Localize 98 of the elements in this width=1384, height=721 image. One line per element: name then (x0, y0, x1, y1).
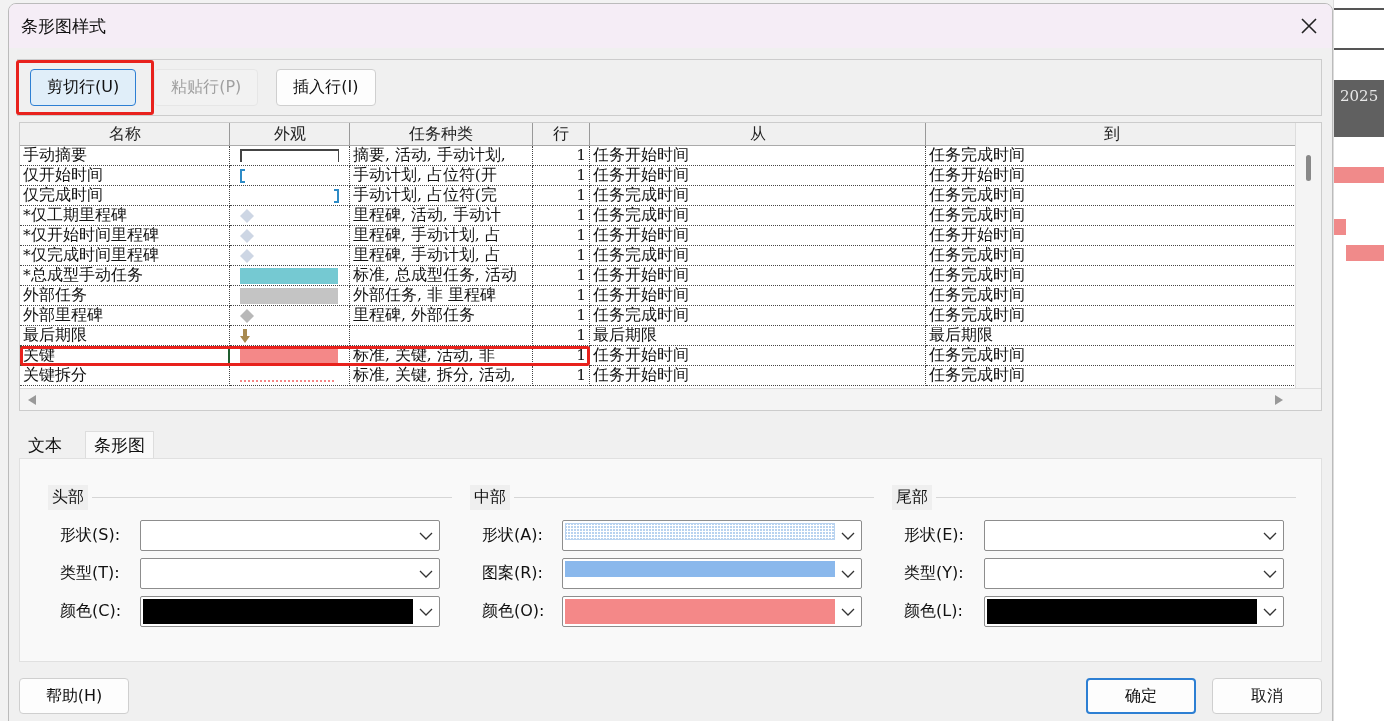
column-header[interactable]: 外观 (230, 123, 350, 145)
table-cell: 任务开始时间 (590, 166, 926, 186)
chevron-down-icon (419, 568, 433, 579)
table-cell: 外部任务, 非 里程碑 (350, 286, 533, 306)
gantt-bar (1334, 219, 1346, 235)
close-icon[interactable] (1300, 17, 1318, 35)
toolbar-button[interactable]: 插入行(I) (276, 69, 376, 106)
scroll-thumb[interactable] (1306, 155, 1311, 181)
tab[interactable]: 文本 (19, 431, 71, 458)
table-cell: 1 (533, 346, 590, 366)
table-cell: 任务开始时间 (590, 286, 926, 306)
field-label: 图案(R): (482, 563, 544, 584)
group-title: 头部 (48, 485, 88, 510)
table-cell: 里程碑, 外部任务 (350, 306, 533, 326)
table-cell[interactable]: 关键拆分 (20, 366, 230, 386)
gantt-bar (1346, 245, 1384, 261)
scroll-right-icon[interactable] (1274, 394, 1283, 405)
dialog-button[interactable]: 帮助(H) (19, 678, 129, 714)
table-cell: 里程碑, 手动计划, 占 (350, 226, 533, 246)
table-cell: 任务完成时间 (590, 246, 926, 266)
table-cell[interactable]: 仅完成时间 (20, 186, 230, 206)
table-cell: 1 (533, 246, 590, 266)
table-cell: 里程碑, 活动, 手动计 (350, 206, 533, 226)
table-cell: 1 (533, 206, 590, 226)
table-cell: 最后期限 (590, 326, 926, 346)
table-cell: 手动计划, 占位符(开 (350, 166, 533, 186)
dropdown-field[interactable] (984, 596, 1284, 627)
field-label: 类型(T): (60, 563, 121, 584)
field-label: 颜色(C): (60, 601, 123, 622)
table-cell: 1 (533, 266, 590, 286)
dropdown-field[interactable] (562, 520, 862, 551)
field-label: 形状(S): (60, 525, 122, 546)
column-header[interactable]: 行 (533, 123, 590, 145)
dialog-button[interactable]: 确定 (1086, 678, 1196, 714)
group-title: 中部 (470, 485, 510, 510)
vertical-scrollbar[interactable] (1295, 123, 1321, 388)
chevron-down-icon (1263, 530, 1277, 541)
chevron-down-icon (841, 530, 855, 541)
dialog-button[interactable]: 取消 (1212, 678, 1322, 714)
dropdown-field[interactable] (984, 558, 1284, 589)
table-cell: 任务完成时间 (590, 206, 926, 226)
dropdown-field[interactable] (140, 558, 440, 589)
table-cell: 任务完成时间 (590, 186, 926, 206)
table-cell: 里程碑, 手动计划, 占 (350, 246, 533, 266)
toolbar-button[interactable]: 剪切行(U) (30, 69, 137, 106)
field-label: 颜色(O): (482, 601, 546, 622)
field-label: 类型(Y): (904, 563, 965, 584)
table-cell: 1 (533, 306, 590, 326)
field-label: 颜色(L): (904, 601, 964, 622)
table-cell: 1 (533, 146, 590, 166)
table-cell: 1 (533, 326, 590, 346)
table-cell[interactable]: *仅开始时间里程碑 (20, 226, 230, 246)
chevron-down-icon (841, 568, 855, 579)
chevron-down-icon (419, 530, 433, 541)
tab[interactable]: 条形图 (85, 431, 154, 458)
horizontal-scrollbar[interactable] (20, 388, 1321, 410)
table-cell[interactable]: *仅完成时间里程碑 (20, 246, 230, 266)
group-title: 尾部 (892, 485, 932, 510)
table-cell: 手动计划, 占位符(完 (350, 186, 533, 206)
column-header[interactable]: 从 (590, 123, 926, 145)
table-cell[interactable]: *仅工期里程碑 (20, 206, 230, 226)
table-cell: 任务开始时间 (590, 226, 926, 246)
table-cell: 1 (533, 286, 590, 306)
table-cell: 任务开始时间 (590, 346, 926, 366)
chevron-down-icon (1263, 568, 1277, 579)
chevron-down-icon (1263, 606, 1277, 617)
table-cell: 摘要, 活动, 手动计划, (350, 146, 533, 166)
field-label: 形状(A): (482, 525, 544, 546)
table-cell: 1 (533, 366, 590, 386)
table-cell: 1 (533, 186, 590, 206)
table-cell: 1 (533, 226, 590, 246)
dropdown-field[interactable] (562, 596, 862, 627)
table-cell[interactable]: *总成型手动任务 (20, 266, 230, 286)
table-cell: 任务完成时间 (590, 306, 926, 326)
table-cell[interactable]: 手动摘要 (20, 146, 230, 166)
table-cell[interactable]: 外部任务 (20, 286, 230, 306)
table-cell: 任务开始时间 (590, 146, 926, 166)
table-cell: 标准, 关键, 拆分, 活动, (350, 366, 533, 386)
gantt-bar (1334, 167, 1384, 183)
timeline-year: 2025 (1340, 87, 1379, 105)
field-label: 形状(E): (904, 525, 965, 546)
table-cell: 1 (533, 166, 590, 186)
table-cell: 标准, 总成型任务, 活动 (350, 266, 533, 286)
dropdown-field[interactable] (984, 520, 1284, 551)
table-cell[interactable]: 最后期限 (20, 326, 230, 346)
table-cell[interactable]: 仅开始时间 (20, 166, 230, 186)
chevron-down-icon (841, 606, 855, 617)
chevron-down-icon (419, 606, 433, 617)
dropdown-field[interactable] (562, 558, 862, 589)
scroll-left-icon[interactable] (28, 394, 37, 405)
window-title: 条形图样式 (21, 14, 106, 38)
table-cell[interactable]: 外部里程碑 (20, 306, 230, 326)
dropdown-field[interactable] (140, 520, 440, 551)
column-header[interactable]: 任务种类 (350, 123, 533, 145)
dropdown-field[interactable] (140, 596, 440, 627)
table-cell: 任务开始时间 (590, 266, 926, 286)
column-header[interactable]: 名称 (20, 123, 230, 145)
table-cell: 任务开始时间 (590, 366, 926, 386)
